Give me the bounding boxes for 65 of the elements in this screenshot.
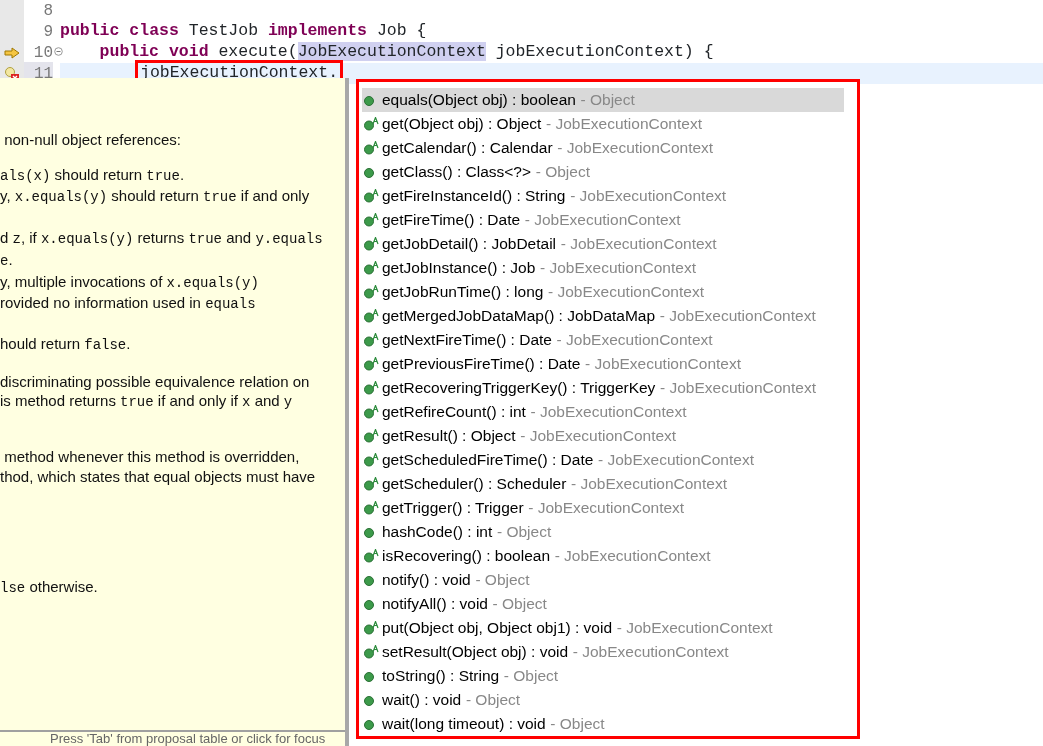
proposal-item[interactable]: getScheduler() : Scheduler - JobExecutionContext bbox=[362, 472, 844, 496]
doc-text: thod, which states that equal objects must have bbox=[0, 466, 317, 487]
doc-text: rovided no information used in equals bbox=[0, 293, 257, 315]
abstract-method-icon bbox=[364, 117, 379, 131]
abstract-method-icon bbox=[364, 645, 379, 659]
doc-text: als(x) should return true. bbox=[0, 164, 186, 186]
line-number: 8 bbox=[42, 0, 54, 22]
abstract-method-icon bbox=[364, 381, 379, 395]
proposal-item[interactable]: getFireTime() : Date - JobExecutionContext bbox=[362, 208, 844, 232]
abstract-method-icon bbox=[364, 309, 379, 323]
line-number: 9 bbox=[42, 21, 54, 43]
proposal-item[interactable]: getJobRunTime() : long - JobExecutionContext bbox=[362, 280, 844, 304]
abstract-method-icon bbox=[364, 261, 379, 275]
proposal-item[interactable]: notify() : void - Object bbox=[362, 568, 844, 592]
abstract-method-icon bbox=[364, 285, 379, 299]
abstract-method-icon bbox=[364, 429, 379, 443]
proposal-item[interactable]: getRecoveringTriggerKey() : TriggerKey - JobExecutionContext bbox=[362, 376, 844, 400]
doc-text: d z, if x.equals(y) returns true and y.equals bbox=[0, 228, 324, 250]
proposal-item[interactable]: notifyAll() : void - Object bbox=[362, 592, 844, 616]
proposal-item[interactable]: setResult(Object obj) : void - JobExecutionContext bbox=[362, 640, 844, 664]
abstract-method-icon bbox=[364, 333, 379, 347]
doc-text: is method returns true if and only if x and y bbox=[0, 391, 294, 413]
proposal-item[interactable]: getResult() : Object - JobExecutionContext bbox=[362, 424, 844, 448]
proposal-item[interactable]: hashCode() : int - Object bbox=[362, 520, 844, 544]
doc-text: discriminating possible equivalence relation on bbox=[0, 371, 311, 392]
proposal-item[interactable]: getJobDetail() : JobDetail - JobExecutionContext bbox=[362, 232, 844, 256]
proposal-item[interactable]: getClass() : Class<?> - Object bbox=[362, 160, 844, 184]
abstract-method-icon bbox=[364, 549, 379, 563]
line-number: 10 bbox=[32, 42, 53, 64]
proposal-item[interactable]: wait() : void - Object bbox=[362, 688, 844, 712]
proposal-item[interactable]: getFireInstanceId() : String - JobExecutionContext bbox=[362, 184, 844, 208]
proposal-item[interactable]: toString() : String - Object bbox=[362, 664, 844, 688]
proposal-item[interactable]: isRecovering() : boolean - JobExecutionContext bbox=[362, 544, 844, 568]
proposal-item[interactable]: getScheduledFireTime() : Date - JobExecutionContext bbox=[362, 448, 844, 472]
proposal-item[interactable]: getMergedJobDataMap() : JobDataMap - JobExecutionContext bbox=[362, 304, 844, 328]
doc-text: y, multiple invocations of x.equals(y) bbox=[0, 271, 260, 293]
abstract-method-icon bbox=[364, 501, 379, 515]
proposal-item[interactable]: getCalendar() : Calendar - JobExecutionContext bbox=[362, 136, 844, 160]
abstract-method-icon bbox=[364, 213, 379, 227]
abstract-method-icon bbox=[364, 357, 379, 371]
proposal-item[interactable]: put(Object obj, Object obj1) : void - JobExecutionContext bbox=[362, 616, 844, 640]
proposal-item[interactable]: getRefireCount() : int - JobExecutionContext bbox=[362, 400, 844, 424]
doc-text: lse otherwise. bbox=[0, 577, 99, 599]
proposal-item[interactable]: get(Object obj) : Object - JobExecutionContext bbox=[362, 112, 844, 136]
proposal-item[interactable]: getNextFireTime() : Date - JobExecutionContext bbox=[362, 328, 844, 352]
focus-hint: Press 'Tab' from proposal table or click for focus bbox=[0, 730, 345, 746]
code-text: public void execute(JobExecutionContext jobExecutionContext) { bbox=[98, 41, 714, 64]
proposal-item[interactable]: getPreviousFireTime() : Date - JobExecutionContext bbox=[362, 352, 844, 376]
abstract-method-icon bbox=[364, 477, 379, 491]
doc-text: method whenever this method is overridden, bbox=[3, 447, 301, 467]
doc-text: y, x.equals(y) should return true if and only bbox=[0, 186, 311, 208]
doc-text: non-null object references: bbox=[3, 130, 182, 150]
proposal-item[interactable]: getTrigger() : Trigger - JobExecutionContext bbox=[362, 496, 844, 520]
abstract-method-icon bbox=[364, 453, 379, 467]
doc-text: hould return false. bbox=[0, 333, 132, 355]
proposal-item[interactable]: wait(long timeout) : void - Object bbox=[362, 712, 844, 736]
abstract-method-icon bbox=[364, 189, 379, 203]
abstract-method-icon bbox=[364, 237, 379, 251]
proposal-item[interactable]: equals(Object obj) : boolean - Object bbox=[362, 88, 844, 112]
abstract-method-icon bbox=[364, 405, 379, 419]
abstract-method-icon bbox=[364, 621, 379, 635]
abstract-method-icon bbox=[364, 141, 379, 155]
proposal-item[interactable]: getJobInstance() : Job - JobExecutionContext bbox=[362, 256, 844, 280]
doc-text: e. bbox=[0, 249, 14, 271]
code-text: public class TestJob implements Job { bbox=[60, 20, 427, 43]
